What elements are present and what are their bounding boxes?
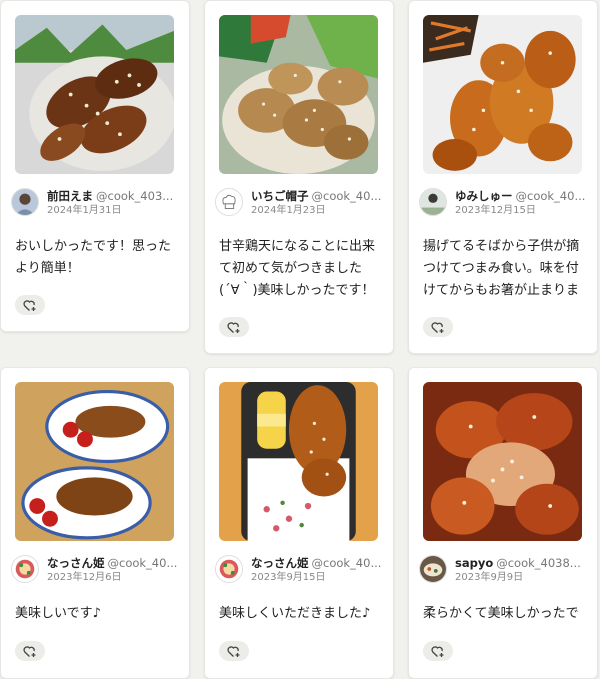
avatar[interactable]: [11, 188, 39, 216]
author-name[interactable]: 前田えま: [47, 189, 93, 203]
author-name[interactable]: sapyo: [455, 556, 493, 570]
author-name-line: sapyo @cook_4038...: [455, 556, 589, 570]
post-date: 2023年12月15日: [455, 205, 536, 216]
heart-plus-icon: [23, 299, 36, 311]
post-date: 2024年1月23日: [251, 205, 326, 216]
author-info[interactable]: いちご帽子 @cook_40... 2024年1月23日: [215, 186, 385, 220]
post-date: 2023年9月9日: [455, 572, 524, 583]
author-handle: @cook_40...: [107, 556, 178, 570]
author-info[interactable]: なっさん姫 @cook_40... 2023年12月6日: [11, 553, 181, 587]
author-info[interactable]: sapyo @cook_4038... 2023年9月9日: [419, 553, 589, 587]
author-info[interactable]: なっさん姫 @cook_40... 2023年9月15日: [215, 553, 385, 587]
author-name[interactable]: なっさん姫: [251, 556, 309, 570]
like-button[interactable]: [219, 641, 249, 661]
tsukurepo-card[interactable]: なっさん姫 @cook_40... 2023年9月15日 美味しくいただきました♪: [204, 367, 394, 679]
author-info[interactable]: ゆみしゅー @cook_40... 2023年12月15日: [419, 186, 589, 220]
comment-text: 揚げてるそばから子供が摘つけてつまみ食い。味を付けてからもお箸が止まりませんでし…: [423, 239, 580, 298]
like-button[interactable]: [15, 641, 45, 661]
dish-photo[interactable]: [15, 15, 174, 174]
tsukurepo-card[interactable]: sapyo @cook_4038... 2023年9月9日 柔らかくて美味しかった…: [408, 367, 598, 679]
author-name-line: 前田えま @cook_403...: [47, 189, 181, 203]
like-button[interactable]: [219, 317, 249, 337]
comment-text: おいしかったです！思ったより簡単！: [15, 239, 172, 276]
avatar[interactable]: [215, 555, 243, 583]
post-date: 2024年1月31日: [47, 205, 122, 216]
author-handle: @cook_40...: [311, 556, 382, 570]
post-date: 2023年9月15日: [251, 572, 326, 583]
post-date: 2023年12月6日: [47, 572, 122, 583]
tsukurepo-card[interactable]: いちご帽子 @cook_40... 2024年1月23日 甘辛鶏天になることに出来…: [204, 0, 394, 354]
comment-text: 甘辛鶏天になることに出来て初めて気がつきました(´∀｀)美味しかったです！: [219, 239, 376, 298]
dish-photo[interactable]: [423, 382, 582, 541]
author-handle: @cook_40...: [515, 189, 586, 203]
tsukurepo-card[interactable]: なっさん姫 @cook_40... 2023年12月6日 美味しいです♪: [0, 367, 190, 679]
comment-text: 美味しいです♪: [15, 606, 101, 621]
dish-photo[interactable]: [219, 15, 378, 174]
like-button[interactable]: [423, 641, 453, 661]
author-name-line: なっさん姫 @cook_40...: [251, 556, 385, 570]
avatar[interactable]: [419, 555, 447, 583]
author-name-line: いちご帽子 @cook_40...: [251, 189, 385, 203]
author-name-line: ゆみしゅー @cook_40...: [455, 189, 589, 203]
avatar[interactable]: [215, 188, 243, 216]
like-button[interactable]: [15, 295, 45, 315]
avatar[interactable]: [419, 188, 447, 216]
heart-plus-icon: [431, 321, 444, 333]
dish-photo[interactable]: [219, 382, 378, 541]
heart-plus-icon: [227, 321, 240, 333]
author-name[interactable]: いちご帽子: [251, 189, 309, 203]
heart-plus-icon: [23, 645, 36, 657]
author-name[interactable]: ゆみしゅー: [455, 189, 513, 203]
author-handle: @cook_40...: [311, 189, 382, 203]
dish-photo[interactable]: [15, 382, 174, 541]
author-name[interactable]: なっさん姫: [47, 556, 105, 570]
comment-text: 柔らかくて美味しかったです！: [423, 606, 579, 621]
like-button[interactable]: [423, 317, 453, 337]
comment-text: 美味しくいただきました♪: [219, 606, 371, 621]
dish-photo[interactable]: [423, 15, 582, 174]
avatar[interactable]: [11, 555, 39, 583]
author-name-line: なっさん姫 @cook_40...: [47, 556, 181, 570]
author-handle: @cook_403...: [96, 189, 174, 203]
heart-plus-icon: [227, 645, 240, 657]
tsukurepo-card[interactable]: ゆみしゅー @cook_40... 2023年12月15日 揚げてるそばから子供が…: [408, 0, 598, 354]
author-handle: @cook_4038...: [496, 556, 581, 570]
heart-plus-icon: [431, 645, 444, 657]
author-info[interactable]: 前田えま @cook_403... 2024年1月31日: [11, 186, 181, 220]
tsukurepo-card[interactable]: 前田えま @cook_403... 2024年1月31日 おいしかったです！思った…: [0, 0, 190, 332]
